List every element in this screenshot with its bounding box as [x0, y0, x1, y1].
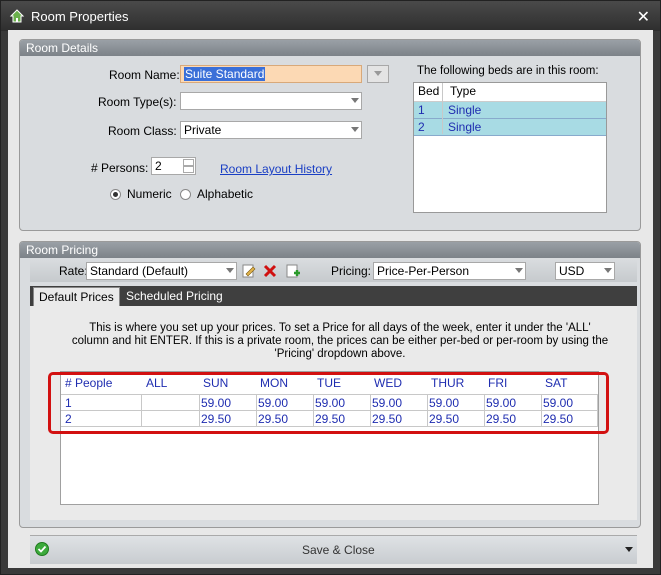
pricing-instructions: This is where you set up your prices. To…	[71, 322, 609, 360]
alphabetic-radio-label: Alphabetic	[197, 187, 254, 201]
grid-cell[interactable]: 59.00	[543, 396, 573, 410]
tab-scheduled-pricing[interactable]: Scheduled Pricing	[121, 287, 228, 306]
check-circle-icon	[35, 542, 49, 556]
grid-cell[interactable]: 59.00	[315, 396, 345, 410]
close-icon[interactable]: ✕	[637, 7, 650, 26]
grid-col-divider	[427, 394, 428, 427]
house-icon	[9, 9, 25, 23]
grid-col-all: ALL	[146, 376, 168, 390]
price-grid: # People ALL SUN MON TUE WED THUR FRI SA…	[60, 371, 599, 505]
grid-cell[interactable]: 29.50	[258, 412, 288, 426]
window-title: Room Properties	[31, 9, 129, 24]
grid-col-divider	[141, 394, 142, 427]
room-name-value: Suite Standard	[184, 67, 266, 81]
grid-col-wed: WED	[374, 376, 402, 390]
bed-number: 2	[418, 120, 425, 134]
rate-select[interactable]: Standard (Default)	[86, 262, 237, 280]
persons-stepper[interactable]: 2	[151, 157, 196, 175]
pricing-select[interactable]: Price-Per-Person	[373, 262, 526, 280]
grid-col-divider	[256, 394, 257, 427]
grid-col-tue: TUE	[317, 376, 341, 390]
delete-icon[interactable]	[263, 264, 277, 278]
chevron-down-icon[interactable]	[625, 547, 633, 552]
room-name-input[interactable]: Suite Standard	[180, 65, 362, 83]
grid-cell[interactable]: 59.00	[201, 396, 231, 410]
grid-col-thur: THUR	[431, 376, 465, 390]
grid-cell[interactable]: 59.00	[258, 396, 288, 410]
beds-grid-divider	[442, 83, 443, 134]
persons-value: 2	[155, 159, 162, 173]
room-name-dropdown-button[interactable]	[367, 65, 389, 83]
grid-cell[interactable]: 59.00	[486, 396, 516, 410]
grid-col-divider	[541, 394, 542, 427]
beds-caption: The following beds are in this room:	[417, 65, 599, 77]
numeric-radio-label: Numeric	[127, 187, 172, 201]
stepper-down-icon[interactable]	[183, 166, 194, 173]
room-class-select[interactable]: Private	[180, 121, 362, 139]
grid-col-people: # People	[65, 376, 113, 390]
grid-col-sat: SAT	[545, 376, 568, 390]
room-class-value: Private	[184, 123, 222, 137]
persons-label: # Persons:	[91, 161, 149, 175]
room-type-label: Room Type(s):	[98, 95, 177, 109]
rate-value: Standard (Default)	[90, 264, 189, 278]
stepper-up-icon[interactable]	[183, 159, 194, 166]
bed-number: 1	[418, 103, 425, 117]
pricing-value: Price-Per-Person	[377, 264, 470, 278]
pricing-toolbar: Rate: Standard (Default) Pricing: Price-…	[30, 260, 637, 282]
chevron-down-icon	[226, 268, 234, 273]
grid-cell[interactable]: 29.50	[486, 412, 516, 426]
beds-grid: Bed Type 1 Single 2 Single	[413, 82, 607, 213]
grid-cell[interactable]: 59.00	[429, 396, 459, 410]
numeric-radio[interactable]	[110, 189, 121, 200]
chevron-down-icon	[351, 98, 359, 103]
dialog-footer: Save & Close	[30, 535, 637, 564]
room-class-label: Room Class:	[108, 124, 177, 138]
beds-col-bed: Bed	[418, 84, 440, 98]
chevron-down-icon	[351, 127, 359, 132]
currency-select[interactable]: USD	[555, 262, 615, 280]
tab-default-prices[interactable]: Default Prices	[33, 287, 120, 307]
edit-icon[interactable]	[242, 264, 256, 278]
grid-cell[interactable]: 2	[65, 412, 72, 426]
grid-cell[interactable]: 29.50	[201, 412, 231, 426]
bed-type: Single	[448, 120, 482, 134]
grid-col-divider	[199, 394, 200, 427]
grid-cell[interactable]: 59.00	[372, 396, 402, 410]
pricing-tabs: Default Prices Scheduled Pricing	[30, 286, 637, 307]
alphabetic-radio[interactable]	[180, 189, 191, 200]
rate-label: Rate:	[59, 264, 88, 278]
grid-col-fri: FRI	[488, 376, 508, 390]
grid-col-divider	[313, 394, 314, 427]
room-details-header: Room Details	[20, 40, 640, 56]
room-layout-history-link[interactable]: Room Layout History	[220, 162, 332, 176]
save-close-button[interactable]: Save & Close	[302, 543, 375, 557]
pricing-label: Pricing:	[331, 264, 372, 278]
room-pricing-header: Room Pricing	[20, 242, 640, 258]
chevron-down-icon	[374, 71, 382, 76]
grid-cell[interactable]: 29.50	[429, 412, 459, 426]
chevron-down-icon	[515, 268, 523, 273]
grid-cell[interactable]: 1	[65, 396, 72, 410]
chevron-down-icon	[604, 268, 612, 273]
grid-col-divider	[370, 394, 371, 427]
grid-col-divider	[484, 394, 485, 427]
grid-cell[interactable]: 29.50	[372, 412, 402, 426]
grid-cell[interactable]: 29.50	[543, 412, 573, 426]
grid-col-mon: MON	[260, 376, 288, 390]
grid-cell[interactable]: 29.50	[315, 412, 345, 426]
add-icon[interactable]	[286, 264, 300, 278]
grid-col-divider	[597, 394, 598, 427]
bed-type: Single	[448, 103, 482, 117]
title-bar[interactable]: Room Properties ✕	[1, 1, 660, 31]
beds-col-type: Type	[450, 84, 477, 98]
room-name-label: Room Name:	[109, 68, 180, 82]
grid-col-sun: SUN	[203, 376, 229, 390]
currency-value: USD	[559, 264, 585, 278]
room-type-select[interactable]	[180, 92, 362, 110]
